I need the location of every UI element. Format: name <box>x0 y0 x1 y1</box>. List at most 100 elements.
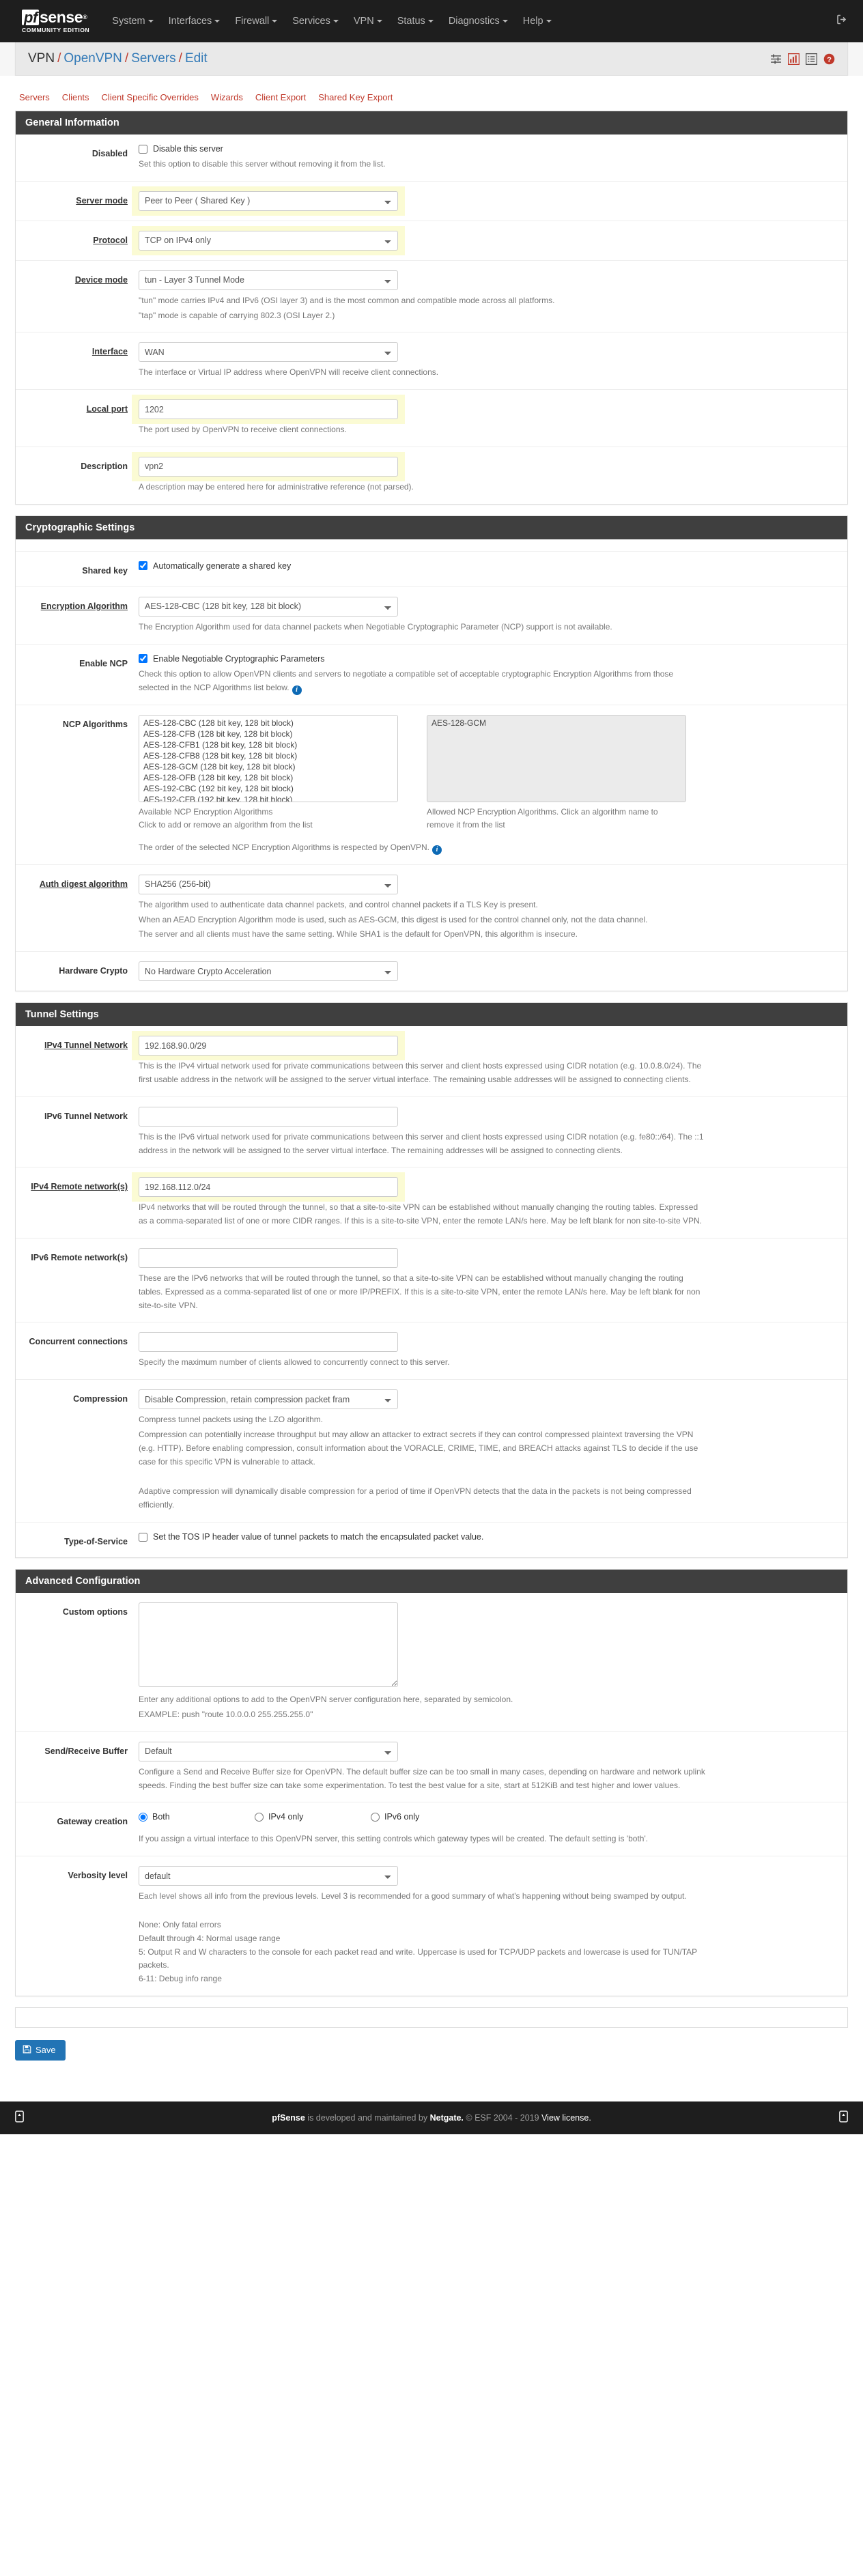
gateway-both-radio[interactable] <box>139 1812 147 1822</box>
auth-digest-select[interactable]: SHA256 (256-bit) <box>139 874 398 894</box>
label-server-mode[interactable]: Server mode <box>16 191 139 211</box>
tab-client-specific-overrides[interactable]: Client Specific Overrides <box>102 91 199 104</box>
nav-item-status[interactable]: Status <box>390 12 441 31</box>
label-ipv4-tunnel-network[interactable]: IPv4 Tunnel Network <box>16 1036 139 1087</box>
field-row-gateway-creation: Gateway creation Both IPv4 only IPv6 onl… <box>16 1802 847 1857</box>
listbox-option[interactable]: AES-128-OFB (128 bit key, 128 bit block) <box>139 772 397 783</box>
ipv4-remote-networks-input[interactable] <box>139 1177 398 1198</box>
listbox-option[interactable]: AES-128-CFB8 (128 bit key, 128 bit block… <box>139 750 397 761</box>
device-icon[interactable] <box>839 2110 848 2125</box>
list-icon[interactable] <box>806 53 817 65</box>
field-row-enable-ncp: Enable NCP Enable Negotiable Cryptograph… <box>16 645 847 705</box>
listbox-option[interactable]: AES-128-GCM <box>427 718 685 728</box>
label-disabled: Disabled <box>91 149 128 158</box>
gateway-creation-radio-group: Both IPv4 only IPv6 only <box>139 1812 836 1822</box>
compression-select[interactable]: Disable Compression, retain compression … <box>139 1389 398 1410</box>
help-verbosity-4: 5: Output R and W characters to the cons… <box>139 1947 697 1970</box>
label-protocol[interactable]: Protocol <box>16 231 139 251</box>
help-circle-icon[interactable]: ? <box>823 53 835 65</box>
custom-options-textarea[interactable] <box>139 1602 398 1688</box>
help-custom-options-1: Enter any additional options to add to t… <box>139 1695 513 1705</box>
enable-ncp-checkbox[interactable] <box>139 654 147 664</box>
pfsense-logo[interactable]: pf sense ® COMMUNITY EDITION <box>22 9 89 33</box>
breadcrumb-edit[interactable]: Edit <box>185 51 208 66</box>
nav-item-interfaces[interactable]: Interfaces <box>161 12 228 31</box>
interface-select[interactable]: WAN <box>139 342 398 363</box>
checkbox-enable-ncp[interactable]: Enable Negotiable Cryptographic Paramete… <box>139 654 836 664</box>
nav-item-diagnostics[interactable]: Diagnostics <box>441 12 515 31</box>
listbox-option[interactable]: AES-128-CBC (128 bit key, 128 bit block) <box>139 718 397 728</box>
footer-license-link[interactable]: View license. <box>541 2113 591 2123</box>
field-row-encryption-algorithm: Encryption Algorithm AES-128-CBC (128 bi… <box>16 587 847 645</box>
listbox-option[interactable]: AES-192-CBC (192 bit key, 128 bit block) <box>139 783 397 794</box>
description-input[interactable] <box>139 456 398 477</box>
ncp-allowed-listbox[interactable]: AES-128-GCM <box>427 714 686 802</box>
label-auth-digest-algorithm[interactable]: Auth digest algorithm <box>16 875 139 942</box>
hardware-crypto-select[interactable]: No Hardware Crypto Acceleration <box>139 961 398 982</box>
label-local-port[interactable]: Local port <box>16 399 139 437</box>
tab-wizards[interactable]: Wizards <box>211 91 243 104</box>
listbox-option[interactable]: AES-128-CFB (128 bit key, 128 bit block) <box>139 728 397 739</box>
field-row-device-mode: Device mode tun - Layer 3 Tunnel Mode "t… <box>16 261 847 333</box>
device-icon[interactable] <box>15 2110 24 2125</box>
shared-key-checkbox[interactable] <box>139 561 147 571</box>
label-interface[interactable]: Interface <box>16 342 139 380</box>
type-of-service-checkbox[interactable] <box>139 1532 147 1542</box>
checkbox-auto-generate-shared-key[interactable]: Automatically generate a shared key <box>139 561 836 571</box>
encryption-algorithm-select[interactable]: AES-128-CBC (128 bit key, 128 bit block) <box>139 596 398 617</box>
gateway-ipv6-radio[interactable] <box>371 1812 380 1822</box>
logout-icon[interactable] <box>836 14 848 29</box>
label-ncp-algorithms: NCP Algorithms <box>62 719 128 729</box>
breadcrumb-openvpn[interactable]: OpenVPN <box>63 51 122 66</box>
radio-gateway-both[interactable]: Both <box>139 1812 255 1822</box>
concurrent-connections-input[interactable] <box>139 1332 398 1353</box>
checkbox-type-of-service[interactable]: Set the TOS IP header value of tunnel pa… <box>139 1532 836 1542</box>
nav-item-help[interactable]: Help <box>515 12 559 31</box>
listbox-option[interactable]: AES-192-CFB (192 bit key, 128 bit block) <box>139 794 397 802</box>
local-port-input[interactable] <box>139 399 398 420</box>
nav-item-system[interactable]: System <box>104 12 160 31</box>
breadcrumb-action-icons: ? <box>770 53 835 65</box>
tab-servers[interactable]: Servers <box>19 91 50 104</box>
highlight-server-mode: Peer to Peer ( Shared Key ) <box>132 186 405 216</box>
label-encryption-algorithm[interactable]: Encryption Algorithm <box>16 597 139 634</box>
send-receive-buffer-select[interactable]: Default <box>139 1741 398 1761</box>
label-device-mode[interactable]: Device mode <box>16 270 139 323</box>
tab-shared-key-export[interactable]: Shared Key Export <box>318 91 393 104</box>
tab-client-export[interactable]: Client Export <box>255 91 306 104</box>
label-ipv4-remote-networks[interactable]: IPv4 Remote network(s) <box>16 1177 139 1228</box>
checkbox-disable-this-server[interactable]: Disable this server <box>139 144 836 154</box>
nav-label-diagnostics: Diagnostics <box>448 16 500 27</box>
verbosity-level-select[interactable]: default <box>139 1866 398 1886</box>
highlight-local-port <box>132 395 405 425</box>
nav-item-vpn[interactable]: VPN <box>346 12 390 31</box>
radio-gateway-ipv6-only[interactable]: IPv6 only <box>371 1812 487 1822</box>
server-mode-select[interactable]: Peer to Peer ( Shared Key ) <box>139 190 398 211</box>
nav-item-services[interactable]: Services <box>285 12 346 31</box>
chevron-down-icon <box>376 20 382 23</box>
ipv6-remote-networks-input[interactable] <box>139 1248 398 1269</box>
chart-bar-icon[interactable] <box>788 53 800 65</box>
protocol-select[interactable]: TCP on IPv4 only <box>139 230 398 251</box>
info-icon[interactable]: i <box>292 685 302 695</box>
chevron-down-icon <box>502 20 508 23</box>
save-button[interactable]: Save <box>15 2039 66 2061</box>
device-mode-select[interactable]: tun - Layer 3 Tunnel Mode <box>139 270 398 290</box>
listbox-option[interactable]: AES-128-CFB1 (128 bit key, 128 bit block… <box>139 739 397 750</box>
gateway-ipv4-radio[interactable] <box>255 1812 264 1822</box>
bottom-spacer-panel <box>15 2007 848 2028</box>
disable-server-checkbox[interactable] <box>139 144 147 154</box>
ncp-available-listbox[interactable]: AES-128-CBC (128 bit key, 128 bit block)… <box>139 714 398 802</box>
help-auth-digest-3: The server and all clients must have the… <box>139 929 578 939</box>
ipv6-tunnel-network-input[interactable] <box>139 1106 398 1127</box>
breadcrumb-servers[interactable]: Servers <box>131 51 175 66</box>
info-icon[interactable]: i <box>432 845 442 855</box>
tab-clients[interactable]: Clients <box>62 91 89 104</box>
help-disabled: Set this option to disable this server w… <box>139 159 386 169</box>
listbox-option[interactable]: AES-128-GCM (128 bit key, 128 bit block) <box>139 761 397 772</box>
help-device-mode-1: "tun" mode carries IPv4 and IPv6 (OSI la… <box>139 295 555 305</box>
sliders-icon[interactable] <box>770 53 782 65</box>
nav-item-firewall[interactable]: Firewall <box>227 12 285 31</box>
ipv4-tunnel-network-input[interactable] <box>139 1036 398 1056</box>
radio-gateway-ipv4-only[interactable]: IPv4 only <box>255 1812 371 1822</box>
